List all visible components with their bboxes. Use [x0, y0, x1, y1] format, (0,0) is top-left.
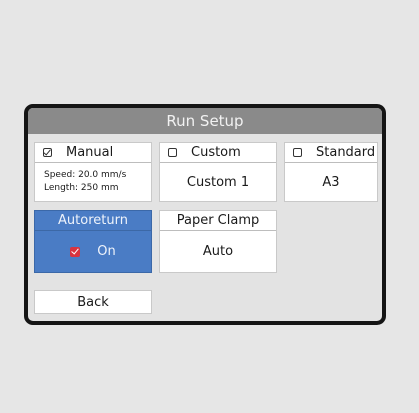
manual-mode-tile[interactable]: Manual Speed: 20.0 mm/s Length: 250 mm — [34, 142, 152, 202]
manual-checkbox-icon[interactable] — [43, 148, 52, 157]
standard-mode-label: Standard — [316, 145, 376, 160]
paper-clamp-value: Auto — [202, 244, 234, 259]
standard-mode-header[interactable]: Standard — [285, 143, 377, 163]
standard-mode-value: A3 — [322, 174, 340, 190]
custom-checkbox-icon[interactable] — [168, 148, 177, 157]
custom-mode-tile[interactable]: Custom Custom 1 — [159, 142, 277, 202]
manual-mode-label: Manual — [66, 145, 114, 160]
manual-mode-header[interactable]: Manual — [35, 143, 151, 163]
back-button[interactable]: Back — [34, 290, 152, 314]
standard-checkbox-icon[interactable] — [293, 148, 302, 157]
manual-length-text: Length: 250 mm — [44, 183, 119, 193]
custom-mode-value: Custom 1 — [186, 174, 250, 190]
custom-mode-header[interactable]: Custom — [160, 143, 276, 163]
paper-clamp-header: Paper Clamp — [160, 211, 276, 231]
manual-speed-text: Speed: 20.0 mm/s — [44, 170, 127, 180]
paper-clamp-setting[interactable]: Paper Clamp Auto — [159, 210, 277, 273]
autoreturn-toggle[interactable]: Autoreturn On — [34, 210, 152, 273]
manual-mode-details: Speed: 20.0 mm/s Length: 250 mm — [35, 163, 151, 201]
standard-mode-tile[interactable]: Standard A3 — [284, 142, 378, 202]
autoreturn-value: On — [97, 244, 116, 259]
custom-mode-label: Custom — [191, 145, 241, 160]
panel-title: Run Setup — [28, 108, 382, 134]
autoreturn-body: On — [35, 231, 151, 272]
run-setup-panel: Run Setup Manual Speed: 20.0 mm/s Length… — [24, 104, 386, 325]
autoreturn-check-icon[interactable] — [70, 246, 81, 257]
autoreturn-header: Autoreturn — [35, 211, 151, 231]
